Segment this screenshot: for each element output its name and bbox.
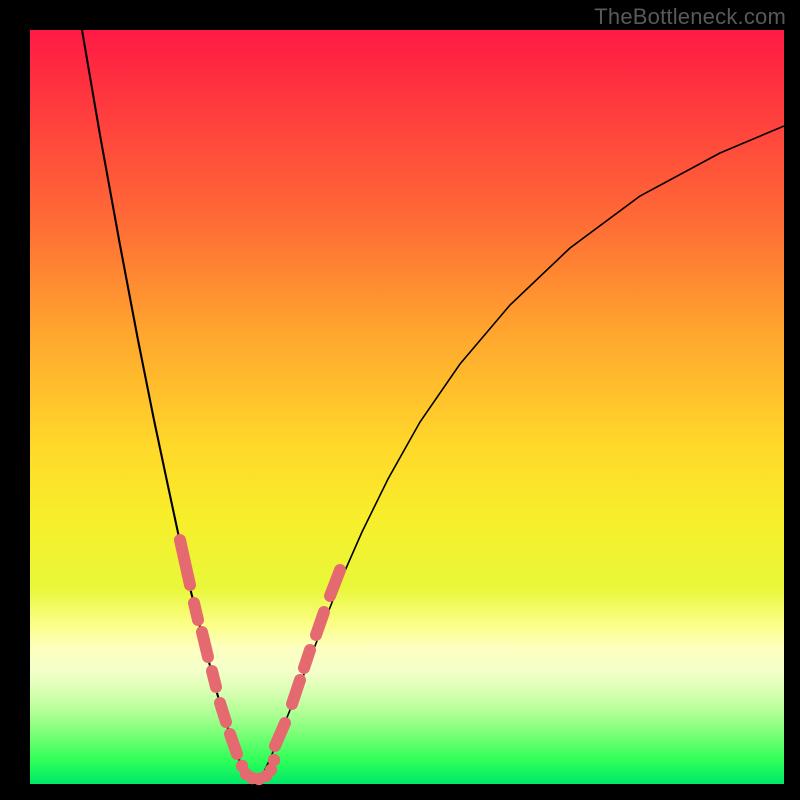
overlay-segment [194, 603, 198, 620]
overlay-segment [220, 703, 226, 722]
overlay-segment [275, 723, 285, 746]
overlay-segment [230, 734, 237, 754]
overlay-dot [268, 754, 280, 766]
overlay-segment [316, 612, 324, 635]
overlay-segment [330, 570, 340, 596]
overlay-segment [304, 650, 310, 668]
overlay-segment [202, 632, 208, 657]
overlay-segment [180, 540, 190, 585]
plot-area [30, 30, 784, 784]
overlay-segment [292, 680, 300, 704]
watermark-text: TheBottleneck.com [594, 4, 786, 30]
overlay-markers [180, 540, 340, 785]
curve-svg [30, 30, 784, 784]
chart-frame: TheBottleneck.com [0, 0, 800, 800]
curve-right-branch [262, 126, 784, 776]
curve-left-branch [82, 30, 246, 776]
overlay-segment [212, 671, 216, 687]
